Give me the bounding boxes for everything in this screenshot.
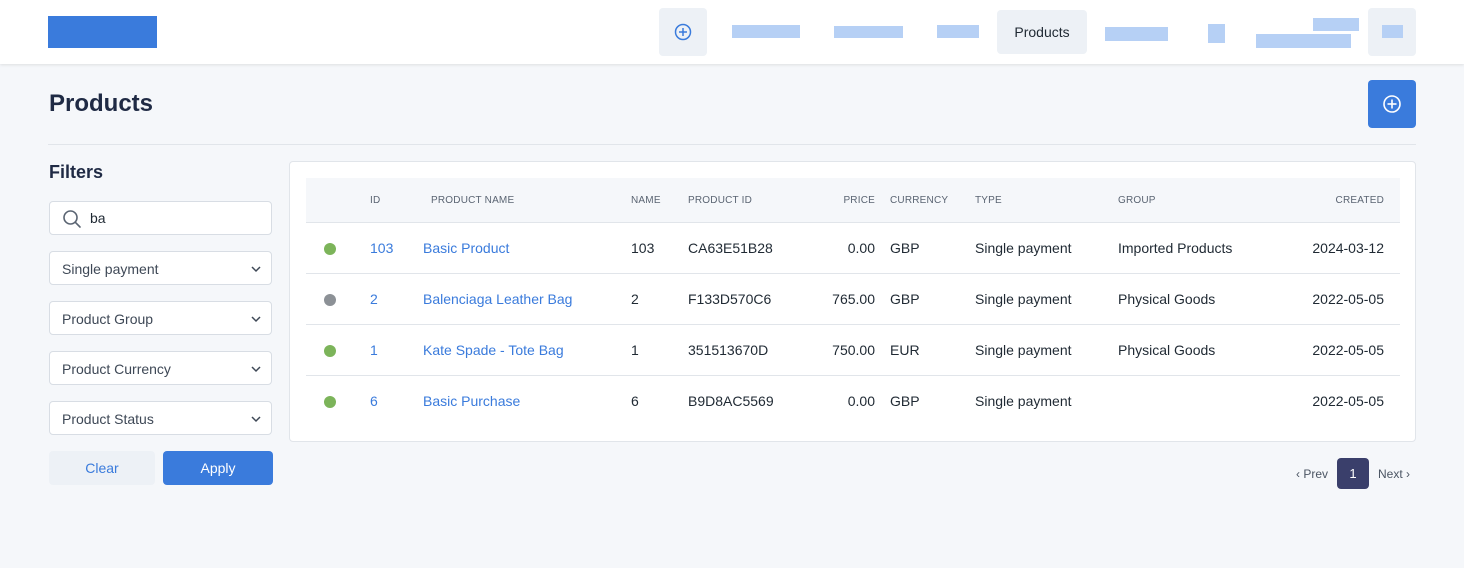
nav-add-button[interactable]	[659, 8, 707, 56]
apply-button[interactable]: Apply	[163, 451, 273, 485]
column-header-product-name[interactable]: PRODUCT NAME	[431, 195, 514, 206]
nav-item-placeholder[interactable]	[1208, 24, 1225, 43]
row-created: 2024-03-12	[1312, 240, 1384, 256]
status-dot	[324, 294, 336, 306]
chevron-down-icon	[251, 416, 261, 423]
nav-item-placeholder[interactable]	[1105, 27, 1168, 41]
logo[interactable]	[48, 16, 157, 48]
row-id-link[interactable]: 2	[370, 291, 378, 307]
page-title: Products	[49, 90, 154, 117]
row-type: Single payment	[975, 342, 1072, 358]
nav-item-placeholder[interactable]	[732, 25, 800, 38]
top-bar: Products	[0, 0, 1464, 64]
add-product-button[interactable]	[1368, 80, 1416, 128]
row-currency: GBP	[890, 393, 920, 409]
column-header-type[interactable]: TYPE	[975, 195, 1002, 206]
row-product-id: CA63E51B28	[688, 240, 773, 256]
table-row[interactable]: 2 Balenciaga Leather Bag 2 F133D570C6 76…	[306, 274, 1400, 325]
row-currency: GBP	[890, 291, 920, 307]
column-header-product-id[interactable]: PRODUCT ID	[688, 195, 752, 206]
nav-item-products[interactable]: Products	[997, 10, 1087, 54]
column-header-price[interactable]: PRICE	[843, 195, 875, 206]
filters-title: Filters	[49, 162, 104, 182]
row-type: Single payment	[975, 393, 1072, 409]
search-input[interactable]	[90, 208, 266, 228]
row-product-name-link[interactable]: Basic Purchase	[423, 393, 520, 409]
row-created: 2022-05-05	[1312, 342, 1384, 358]
row-name: 103	[631, 240, 655, 256]
clear-button[interactable]: Clear	[49, 451, 155, 485]
row-price: 0.00	[847, 240, 875, 256]
column-header-created[interactable]: CREATED	[1336, 195, 1384, 206]
status-dot	[324, 396, 336, 408]
row-id-link[interactable]: 103	[370, 240, 393, 256]
pagination-prev[interactable]: ‹ Prev	[1290, 458, 1334, 489]
row-currency: EUR	[890, 342, 920, 358]
chevron-down-icon	[251, 266, 261, 273]
row-id-link[interactable]: 6	[370, 393, 378, 409]
table-row[interactable]: 6 Basic Purchase 6 B9D8AC5569 0.00 GBP S…	[306, 376, 1400, 427]
row-currency: GBP	[890, 240, 920, 256]
column-header-group[interactable]: GROUP	[1118, 195, 1156, 206]
search-icon	[63, 210, 81, 228]
row-group: Physical Goods	[1118, 342, 1216, 358]
plus-circle-icon	[674, 23, 692, 41]
pagination-page-current[interactable]: 1	[1337, 458, 1369, 489]
type-select[interactable]: Single payment	[49, 251, 272, 285]
nav-item-placeholder[interactable]	[1313, 18, 1359, 31]
row-product-name-link[interactable]: Kate Spade - Tote Bag	[423, 342, 564, 358]
column-header-id[interactable]: ID	[370, 195, 380, 206]
search-box	[49, 201, 272, 235]
product-currency-select[interactable]: Product Currency	[49, 351, 272, 385]
row-product-id: F133D570C6	[688, 291, 772, 307]
row-name: 2	[631, 291, 639, 307]
product-status-select[interactable]: Product Status	[49, 401, 272, 435]
product-currency-select-value: Product Currency	[62, 361, 171, 377]
type-select-value: Single payment	[62, 261, 159, 277]
product-group-select-value: Product Group	[62, 311, 154, 327]
row-price: 750.00	[832, 342, 875, 358]
status-dot	[324, 345, 336, 357]
column-header-name[interactable]: NAME	[631, 195, 661, 206]
pagination-next[interactable]: Next ›	[1372, 458, 1416, 489]
user-menu-button[interactable]	[1368, 8, 1416, 56]
row-price: 0.00	[847, 393, 875, 409]
row-group: Imported Products	[1118, 240, 1233, 256]
nav-item-placeholder[interactable]	[1256, 34, 1351, 48]
row-product-id: 351513670D	[688, 342, 769, 358]
column-header-currency[interactable]: CURRENCY	[890, 195, 948, 206]
table-row[interactable]: 1 Kate Spade - Tote Bag 1 351513670D 750…	[306, 325, 1400, 376]
row-name: 1	[631, 342, 639, 358]
product-status-select-value: Product Status	[62, 411, 154, 427]
row-product-name-link[interactable]: Balenciaga Leather Bag	[423, 291, 572, 307]
chevron-down-icon	[251, 316, 261, 323]
products-table: ID PRODUCT NAME NAME PRODUCT ID PRICE CU…	[289, 161, 1416, 442]
table-header: ID PRODUCT NAME NAME PRODUCT ID PRICE CU…	[306, 178, 1400, 223]
nav-item-placeholder[interactable]	[834, 26, 903, 38]
product-group-select[interactable]: Product Group	[49, 301, 272, 335]
row-name: 6	[631, 393, 639, 409]
row-created: 2022-05-05	[1312, 291, 1384, 307]
row-type: Single payment	[975, 240, 1072, 256]
plus-circle-icon	[1383, 95, 1401, 113]
row-id-link[interactable]: 1	[370, 342, 378, 358]
row-group: Physical Goods	[1118, 291, 1216, 307]
row-product-name-link[interactable]: Basic Product	[423, 240, 509, 256]
table-row[interactable]: 103 Basic Product 103 CA63E51B28 0.00 GB…	[306, 223, 1400, 274]
header-divider	[48, 144, 1416, 145]
chevron-down-icon	[251, 366, 261, 373]
avatar	[1382, 25, 1403, 38]
row-type: Single payment	[975, 291, 1072, 307]
status-dot	[324, 243, 336, 255]
row-price: 765.00	[832, 291, 875, 307]
row-product-id: B9D8AC5569	[688, 393, 774, 409]
nav-item-placeholder[interactable]	[937, 25, 979, 38]
row-created: 2022-05-05	[1312, 393, 1384, 409]
